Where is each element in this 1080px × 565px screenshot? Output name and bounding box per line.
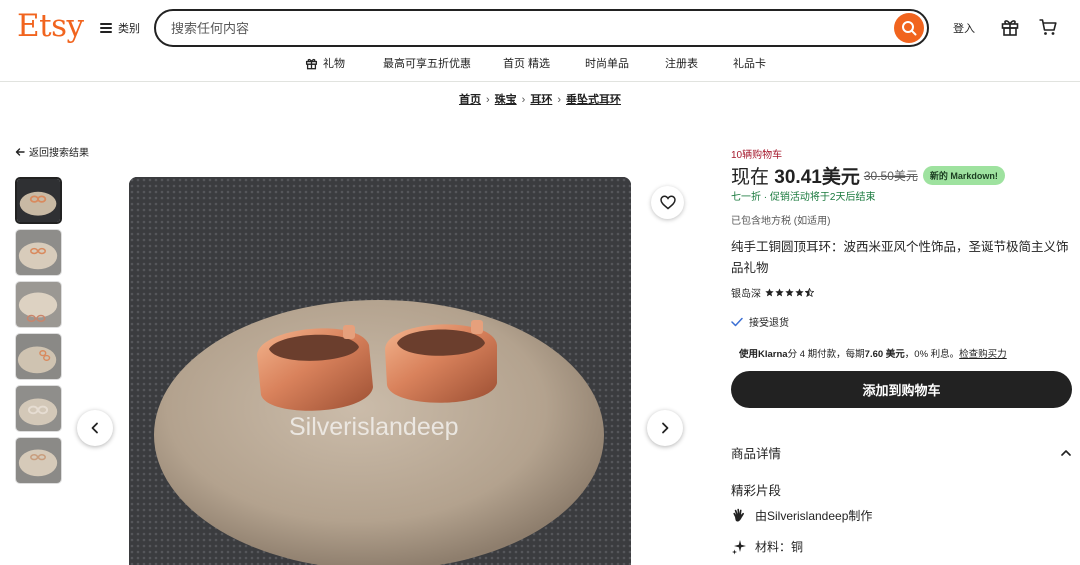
markdown-badge: 新的 Markdown! — [922, 166, 1005, 185]
thumbnail-image — [16, 282, 61, 327]
breadcrumb-separator: › — [521, 94, 526, 106]
rating-stars — [765, 288, 814, 297]
signin-link[interactable]: 登入 — [953, 20, 975, 36]
breadcrumb-dangle-earrings[interactable]: 垂坠式耳环 — [566, 94, 621, 106]
price-prefix: 现在 — [731, 167, 770, 188]
sale-note: 七一折 · 促销活动将于2天后结束 — [731, 192, 876, 203]
thumbnail-image — [16, 230, 61, 275]
breadcrumb-separator: › — [557, 94, 561, 106]
thumbnail-2[interactable] — [15, 229, 62, 276]
thumbnail-image — [16, 438, 61, 483]
star-icon — [795, 288, 804, 297]
thumbnail-image — [16, 386, 61, 431]
product-title: 纯手工铜圆顶耳环：波西米亚风个性饰品，圣诞节极简主义饰品礼物 — [731, 240, 1069, 275]
material-row: 材料：铜 — [731, 538, 803, 555]
cart-icon[interactable] — [1038, 17, 1058, 37]
search-bar — [154, 9, 929, 47]
material-text: 材料：铜 — [755, 540, 804, 554]
search-icon — [902, 21, 917, 36]
checkmark-icon — [731, 317, 743, 326]
item-details-label: 商品详情 — [731, 447, 782, 461]
previous-image-button[interactable] — [77, 410, 113, 446]
returns-label: 接受退货 — [749, 318, 789, 329]
shop-name-link[interactable]: 银岛深 — [731, 285, 761, 300]
arrow-left-icon — [15, 147, 25, 156]
shop-rating-row: 银岛深 — [731, 285, 814, 300]
star-icon — [785, 288, 794, 297]
product-photo: Silverislandeep — [129, 177, 631, 565]
highlights-title: 精彩片段 — [731, 484, 782, 498]
chevron-right-icon — [662, 422, 669, 434]
returns-row: 接受退货 — [731, 314, 789, 329]
back-label: 返回搜索结果 — [29, 148, 89, 159]
sparkle-icon — [732, 539, 746, 554]
price-value: 30.41美元 — [774, 167, 860, 188]
add-to-cart-button[interactable]: 添加到购物车 — [731, 371, 1072, 408]
breadcrumb: 首页 › 珠宝 › 耳环 › 垂坠式耳环 — [0, 91, 1080, 107]
thumbnail-strip — [15, 177, 63, 489]
next-image-button[interactable] — [647, 410, 683, 446]
subnav-gifts[interactable]: 礼物 — [305, 55, 345, 71]
in-carts-note: 10辆购物车 — [731, 150, 783, 161]
subnav-gift-cards[interactable]: 礼品卡 — [733, 55, 766, 71]
thumbnail-1[interactable] — [15, 177, 62, 224]
favorite-button[interactable] — [651, 186, 684, 219]
current-price: 现在 30.41美元 — [731, 162, 860, 189]
price-row: 现在 30.41美元 30.50美元 新的 Markdown! — [731, 162, 1005, 189]
chevron-up-icon — [1061, 450, 1071, 456]
klarna-check-link[interactable]: 检查购买力 — [959, 349, 1007, 360]
hand-wave-icon — [733, 508, 745, 522]
thumbnail-4[interactable] — [15, 333, 62, 380]
thumbnail-3[interactable] — [15, 281, 62, 328]
klarna-lead: 使用 — [739, 349, 759, 360]
thumbnail-image — [16, 334, 61, 379]
menu-icon — [100, 23, 112, 33]
site-header: Etsy 类别 登入 礼物 — [0, 0, 1080, 82]
chevron-left-icon — [91, 422, 98, 434]
subnav-fashion[interactable]: 时尚单品 — [585, 55, 629, 71]
search-input[interactable] — [171, 20, 861, 36]
search-button[interactable] — [894, 13, 924, 43]
gift-icon[interactable] — [1000, 17, 1020, 37]
klarna-amount: 7.60 美元 — [864, 349, 905, 360]
sub-navigation: 礼物 最高可享五折优惠 首页 精选 时尚单品 注册表 礼品卡 — [0, 55, 1080, 73]
heart-icon — [659, 195, 676, 210]
tax-note: 已包含地方税 (如适用) — [731, 216, 831, 227]
star-half-icon — [805, 288, 814, 297]
categories-label: 类别 — [118, 23, 140, 35]
item-details-toggle[interactable]: 商品详情 — [731, 443, 1071, 462]
product-main-image[interactable]: Silverislandeep — [129, 177, 631, 565]
breadcrumb-earrings[interactable]: 耳环 — [530, 94, 552, 106]
klarna-logo: Klarna — [758, 349, 788, 360]
klarna-installments: 使用Klarna分 4 期付款，每期7.60 美元，0% 利息。检查购买力 — [739, 346, 1007, 360]
etsy-logo[interactable]: Etsy — [17, 8, 84, 44]
back-to-results-link[interactable]: 返回搜索结果 — [15, 144, 89, 159]
star-icon — [765, 288, 774, 297]
made-by-text: 由Silverislandeep制作 — [755, 509, 873, 523]
made-by-row: 由Silverislandeep制作 — [731, 507, 872, 524]
klarna-text-2: ，0% 利息。 — [904, 349, 960, 360]
gift-icon — [305, 58, 318, 69]
thumbnail-image — [17, 179, 60, 222]
breadcrumb-home[interactable]: 首页 — [459, 94, 481, 106]
thumbnail-5[interactable] — [15, 385, 62, 432]
thumbnail-6[interactable] — [15, 437, 62, 484]
subnav-registry[interactable]: 注册表 — [665, 55, 698, 71]
klarna-text-1: 分 4 期付款，每期 — [787, 349, 865, 360]
original-price: 30.50美元 — [863, 169, 918, 183]
subnav-home-picks[interactable]: 首页 精选 — [503, 55, 550, 71]
subnav-label: 礼物 — [323, 58, 345, 70]
breadcrumb-separator: › — [485, 94, 490, 106]
breadcrumb-jewelry[interactable]: 珠宝 — [495, 94, 517, 106]
subnav-sale[interactable]: 最高可享五折优惠 — [383, 55, 471, 71]
categories-button[interactable]: 类别 — [100, 18, 140, 38]
watermark-text: Silverislandeep — [289, 413, 459, 441]
star-icon — [775, 288, 784, 297]
